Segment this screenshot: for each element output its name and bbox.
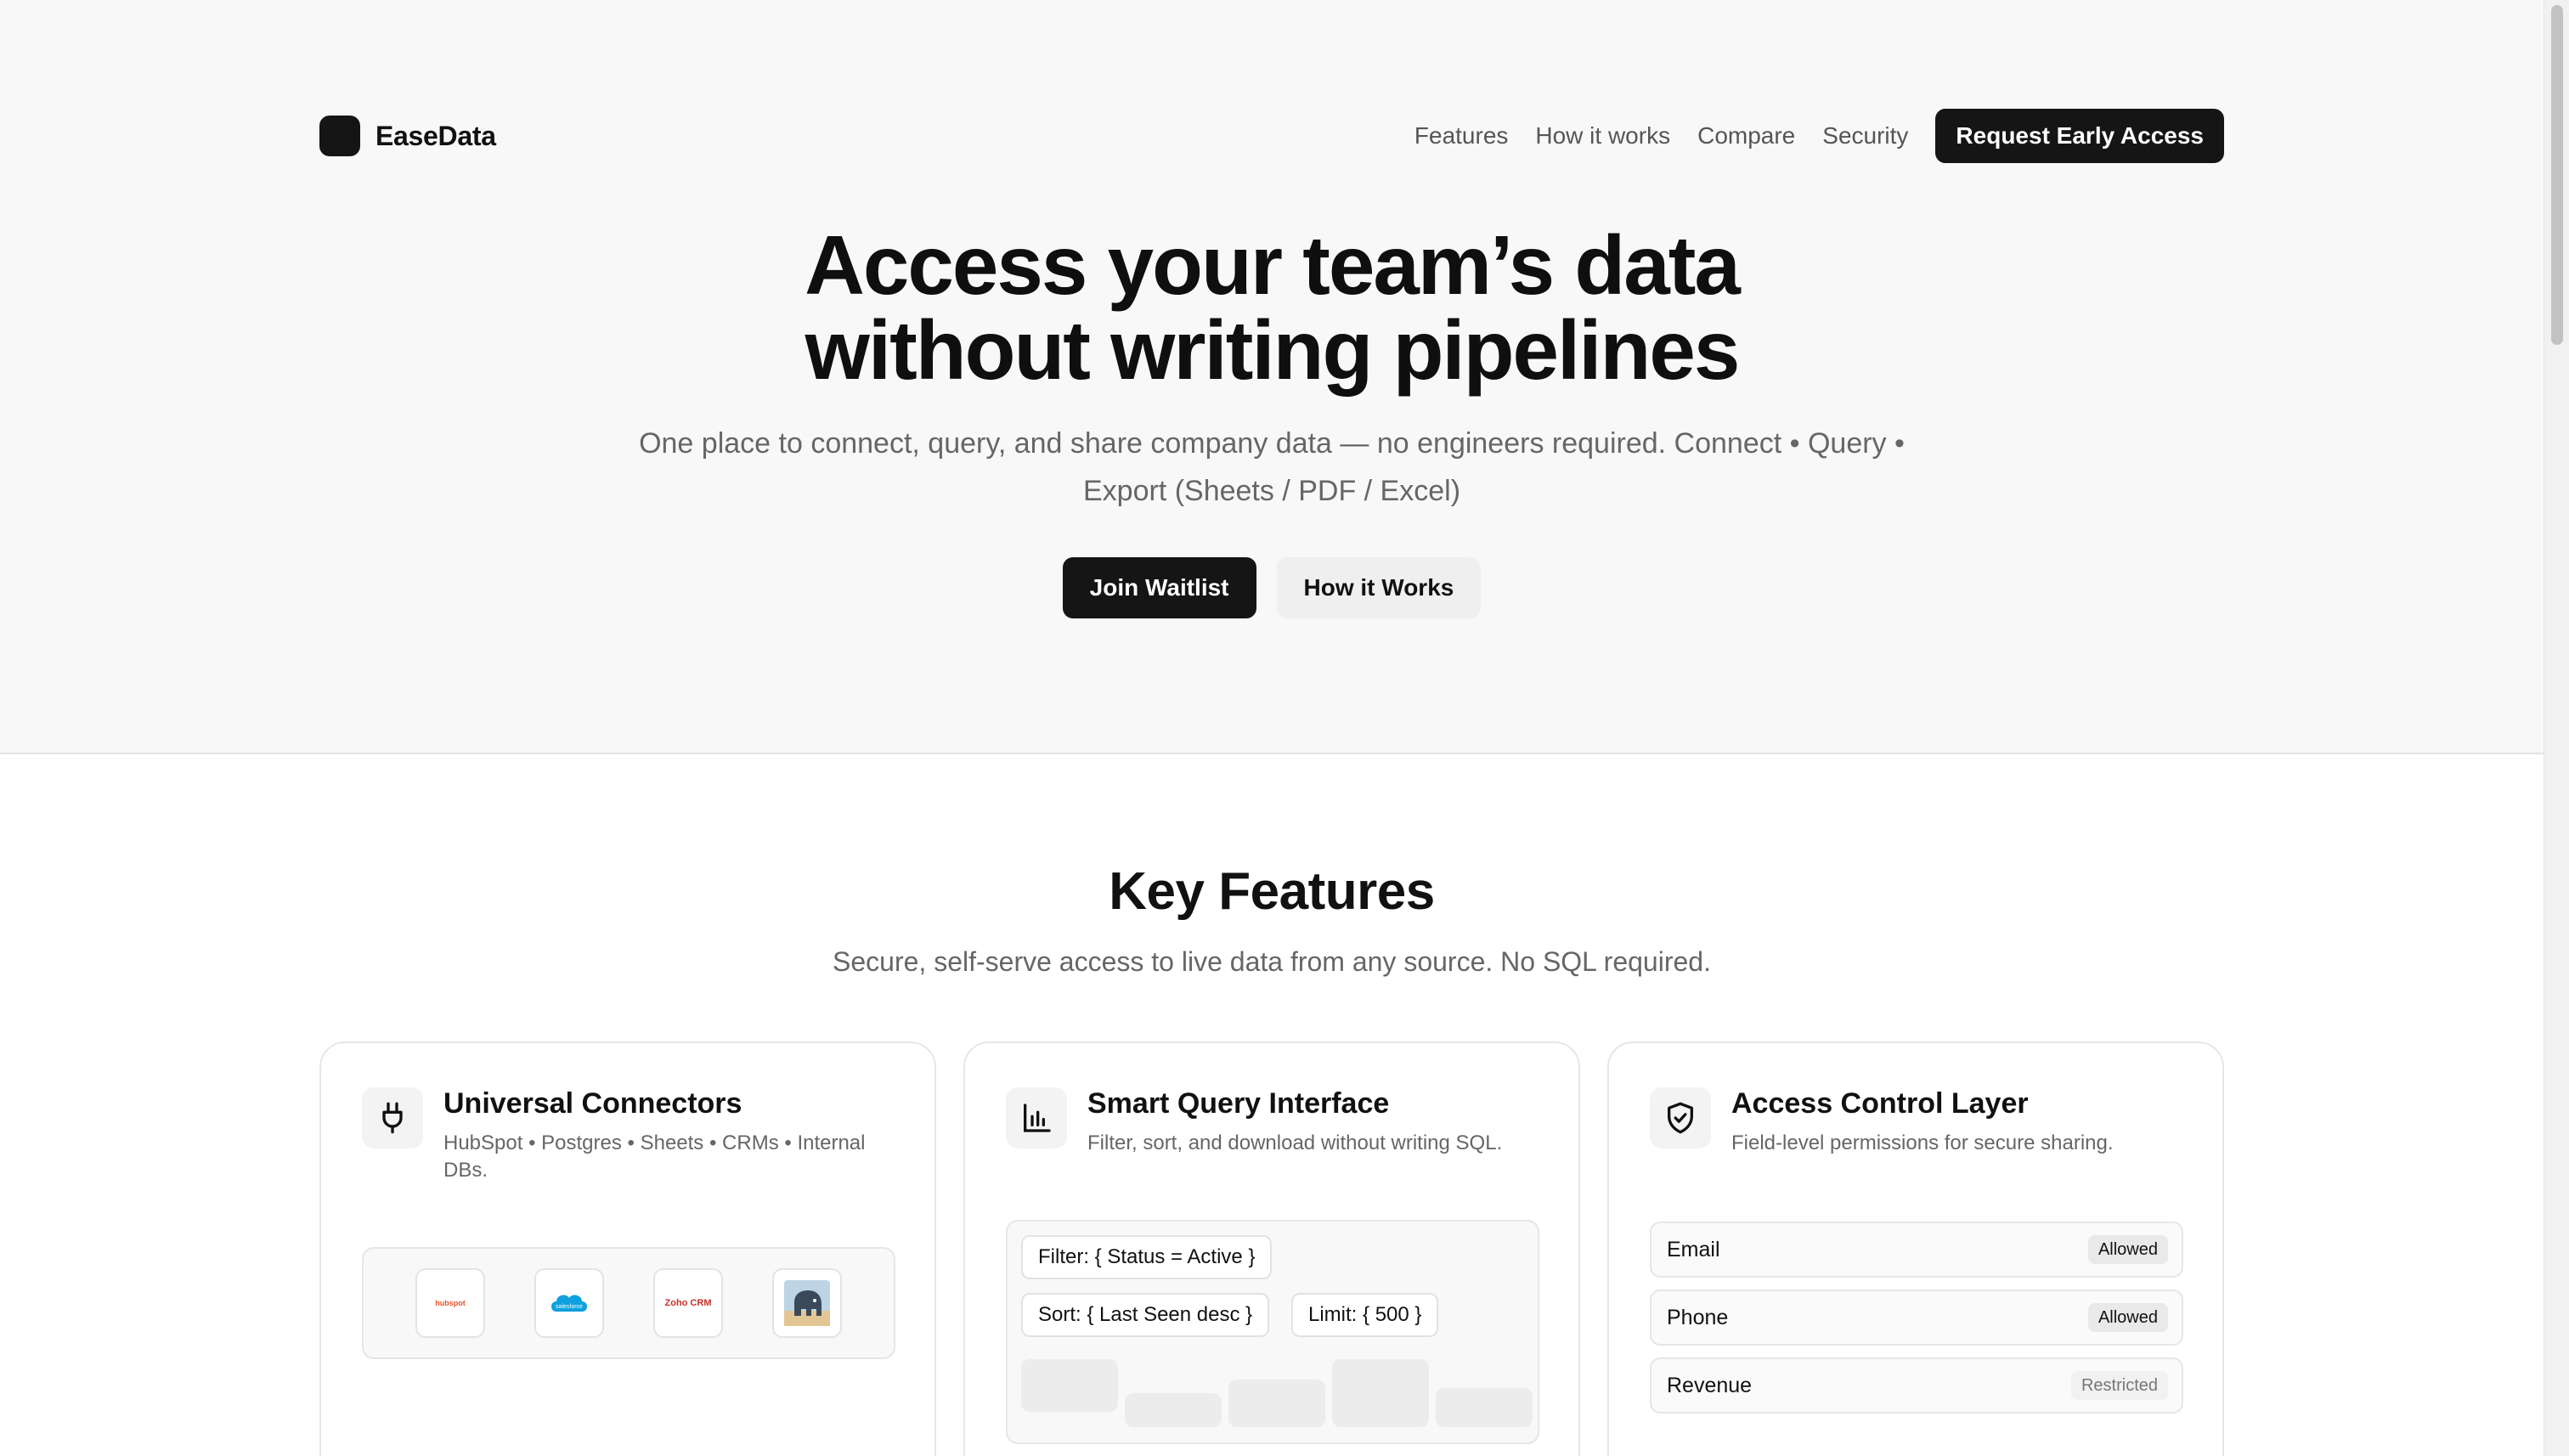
field-name: Revenue bbox=[1667, 1373, 1753, 1397]
permission-row-email: Email Allowed bbox=[1650, 1222, 2183, 1278]
card-description: Field-level permissions for secure shari… bbox=[1731, 1132, 2114, 1154]
features-subtitle: Secure, self-serve access to live data f… bbox=[833, 946, 1711, 977]
permission-row-phone: Phone Allowed bbox=[1650, 1290, 2183, 1346]
sort-chip[interactable]: Sort: { Last Seen desc } bbox=[1021, 1293, 1270, 1337]
status-badge: Allowed bbox=[2087, 1235, 2168, 1264]
status-badge: Restricted bbox=[2070, 1371, 2168, 1400]
join-waitlist-button[interactable]: Join Waitlist bbox=[1062, 557, 1256, 618]
nav-link-features[interactable]: Features bbox=[1414, 122, 1509, 150]
how-it-works-button[interactable]: How it Works bbox=[1276, 557, 1482, 618]
hubspot-logo-text: hubspot bbox=[435, 1299, 466, 1307]
nav-link-security[interactable]: Security bbox=[1822, 122, 1908, 150]
feature-card-query: Smart Query Interface Filter, sort, and … bbox=[963, 1041, 1580, 1456]
hero-subtitle: One place to connect, query, and share c… bbox=[639, 427, 1905, 507]
zoho-crm-logo-icon[interactable]: Zoho CRM bbox=[653, 1268, 723, 1338]
limit-chip[interactable]: Limit: { 500 } bbox=[1291, 1293, 1439, 1337]
feature-card-access-control: Access Control Layer Field-level permiss… bbox=[1607, 1041, 2224, 1456]
zoho-logo-text: Zoho CRM bbox=[664, 1298, 712, 1308]
scrollbar-thumb[interactable] bbox=[2551, 5, 2563, 345]
hero-title: Access your team’s data without writing … bbox=[0, 223, 2544, 392]
query-builder-preview: Filter: { Status = Active } Sort: { Last… bbox=[1006, 1220, 1539, 1444]
features-title: Key Features bbox=[1109, 862, 1435, 921]
brand-logo-icon bbox=[319, 116, 360, 156]
top-nav: EaseData Features How it works Compare S… bbox=[319, 109, 2224, 163]
hero-section: EaseData Features How it works Compare S… bbox=[0, 0, 2544, 754]
field-name: Email bbox=[1667, 1237, 1720, 1261]
card-description: Filter, sort, and download without writi… bbox=[1087, 1132, 1503, 1154]
connector-logos: hubspot salesforce Zoho CRM bbox=[362, 1247, 895, 1359]
page-scrollbar[interactable] bbox=[2544, 0, 2569, 1456]
page: EaseData Features How it works Compare S… bbox=[0, 0, 2544, 1456]
card-title: Universal Connectors bbox=[443, 1087, 742, 1120]
feature-card-connectors: Universal Connectors HubSpot • Postgres … bbox=[319, 1041, 936, 1456]
salesforce-logo-text: salesforce bbox=[556, 1304, 583, 1310]
postgres-elephant-icon bbox=[784, 1280, 830, 1326]
card-description: HubSpot • Postgres • Sheets • CRMs • Int… bbox=[443, 1132, 866, 1182]
brand[interactable]: EaseData bbox=[319, 116, 496, 156]
result-skeleton bbox=[1332, 1359, 1429, 1427]
hubspot-logo-icon[interactable]: hubspot bbox=[415, 1268, 485, 1338]
brand-name: EaseData bbox=[375, 120, 496, 151]
nav-link-compare[interactable]: Compare bbox=[1697, 122, 1795, 150]
nav-links: Features How it works Compare Security R… bbox=[1387, 109, 2224, 163]
result-skeleton bbox=[1125, 1393, 1222, 1427]
shield-check-icon bbox=[1650, 1087, 1711, 1148]
nav-link-how-it-works[interactable]: How it works bbox=[1535, 122, 1670, 150]
request-early-access-button[interactable]: Request Early Access bbox=[1935, 109, 2224, 163]
postgres-logo-icon[interactable] bbox=[772, 1268, 842, 1338]
hero-title-line-2: without writing pipelines bbox=[805, 303, 1741, 397]
card-title: Access Control Layer bbox=[1731, 1087, 2029, 1120]
hero-actions: Join Waitlist How it Works bbox=[0, 557, 2544, 618]
field-name: Phone bbox=[1667, 1305, 1729, 1329]
plug-icon bbox=[362, 1087, 423, 1148]
result-skeleton bbox=[1228, 1380, 1325, 1427]
permission-row-revenue: Revenue Restricted bbox=[1650, 1357, 2183, 1414]
hero-title-line-1: Access your team’s data bbox=[805, 218, 1741, 312]
result-skeleton bbox=[1436, 1388, 1533, 1427]
filter-chip[interactable]: Filter: { Status = Active } bbox=[1021, 1235, 1273, 1279]
status-badge: Allowed bbox=[2087, 1303, 2168, 1332]
result-skeleton bbox=[1021, 1359, 1118, 1412]
salesforce-logo-icon[interactable]: salesforce bbox=[534, 1268, 604, 1338]
card-title: Smart Query Interface bbox=[1087, 1087, 1390, 1120]
bar-chart-icon bbox=[1006, 1087, 1067, 1148]
